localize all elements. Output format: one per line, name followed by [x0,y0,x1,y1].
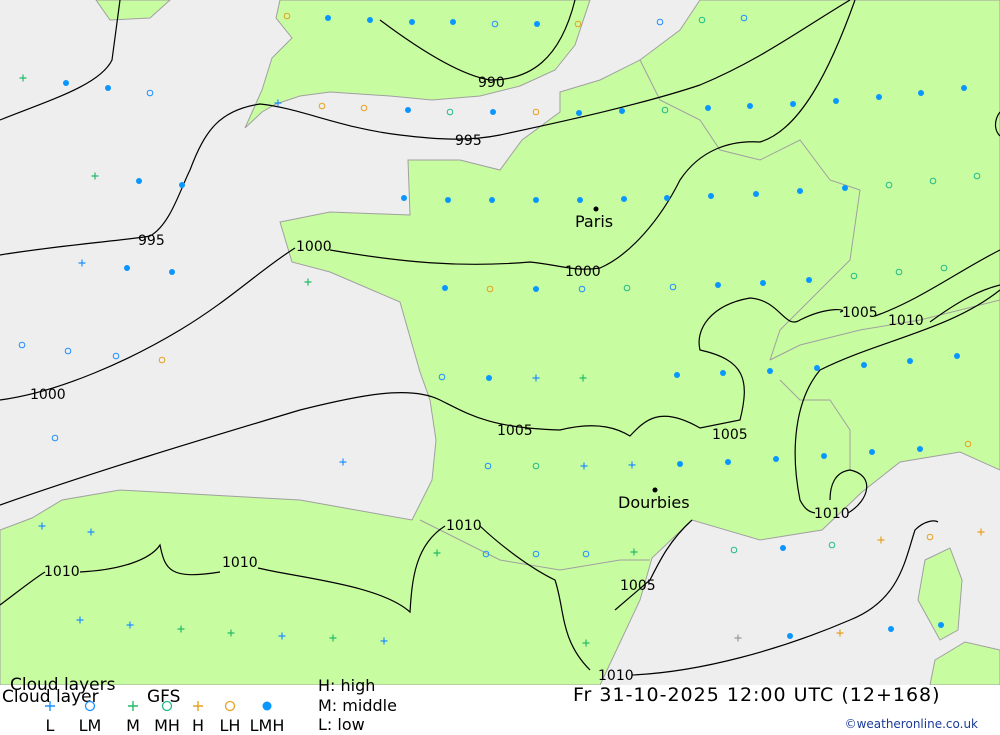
cloud-symbol-lmh [715,282,721,288]
isobar-label: 1005 [842,305,878,321]
isobar-label: 1005 [620,578,656,594]
cloud-symbol-lmh [367,17,373,23]
cloud-symbol-lmh [63,80,69,86]
isobar-label: 1000 [296,239,332,255]
legend-key-middle: M: middle [318,698,397,714]
plus-icon [118,698,148,714]
cloud-symbol-lmh [169,269,175,275]
cloud-symbol-lmh [954,353,960,359]
cloud-symbol-lmh [747,103,753,109]
cloud-symbol-lmh [797,188,803,194]
isobar-label: 995 [138,233,165,249]
cloud-symbol-lmh [179,182,185,188]
circle-icon [75,698,105,714]
cloud-symbol-lmh [533,286,539,292]
cloud-symbol-lmh [918,90,924,96]
isobar-label: 1000 [565,264,601,280]
cloud-symbol-lmh [833,98,839,104]
cloud-symbol-lmh [725,459,731,465]
city-label-dourbies: Dourbies [618,495,690,511]
cloud-symbol-lmh [773,456,779,462]
cloud-symbol-lmh [806,277,812,283]
isobar-label: 1005 [497,423,533,439]
isobar-label: 1010 [44,564,80,580]
cloud-symbol-lmh [760,280,766,286]
forecast-datetime: Fr 31-10-2025 12:00 UTC (12+168) [573,687,941,703]
legend-key-low: L: low [318,717,365,733]
cloud-symbol-lmh [405,107,411,113]
weather-map [0,0,1000,685]
isobar-label: 1005 [712,427,748,443]
cloud-symbol-lmh [677,461,683,467]
cloud-symbol-lmh [842,185,848,191]
circle-icon [152,698,182,714]
cloud-symbol-lmh [490,109,496,115]
cloud-symbol-lmh [790,101,796,107]
cloud-symbol-lmh [720,370,726,376]
plus-icon [183,698,213,714]
cloud-symbol-lmh [124,265,130,271]
cloud-symbol-lmh [445,197,451,203]
cloud-symbol-lmh [577,197,583,203]
cloud-symbol-lmh [534,21,540,27]
city-marker-paris [594,207,599,212]
cloud-symbol-lmh [450,19,456,25]
isobar-label: 1010 [814,506,850,522]
cloud-symbol-lmh [136,178,142,184]
cloud-symbol-lmh [767,368,773,374]
copyright-link[interactable]: ©weatheronline.co.uk [845,717,978,731]
filled-dot-icon [252,698,282,714]
isobar-label: 1010 [222,555,258,571]
cloud-symbol-lmh [821,453,827,459]
isobar-label: 1000 [30,387,66,403]
cloud-symbol-lmh [442,285,448,291]
cloud-symbol-lmh [409,19,415,25]
legend-item-label: LH [210,716,250,735]
cloud-symbol-lmh [938,622,944,628]
isobar-label: 1010 [446,518,482,534]
legend-item-label: LM [70,716,110,735]
cloud-symbol-lmh [917,446,923,452]
cloud-symbol-lmh [664,195,670,201]
cloud-symbol-lmh [401,195,407,201]
cloud-symbol-lmh [105,85,111,91]
cloud-symbol-lmh [780,545,786,551]
plus-icon [35,698,65,714]
isobar-label: 1010 [598,668,634,684]
city-marker-dourbies [653,488,658,493]
cloud-symbol-lmh [619,108,625,114]
city-label-paris: Paris [575,214,613,230]
cloud-symbol-lmh [486,375,492,381]
circle-icon [215,698,245,714]
cloud-symbol-lmh [621,196,627,202]
isobar-label: 1010 [888,313,924,329]
cloud-symbol-lmh [674,372,680,378]
cloud-symbol-lmh [705,105,711,111]
isobar-label: 995 [455,133,482,149]
cloud-symbol-lmh [907,358,913,364]
cloud-symbol-lmh [876,94,882,100]
cloud-symbol-lmh [576,110,582,116]
cloud-symbol-lmh [533,197,539,203]
cloud-symbol-lmh [888,626,894,632]
cloud-symbol-lmh [325,15,331,21]
cloud-symbol-lmh [861,362,867,368]
legend-item-label: LMH [247,716,287,735]
cloud-symbol-lmh [753,191,759,197]
cloud-symbol-lmh [787,633,793,639]
cloud-symbol-lmh [708,193,714,199]
cloud-symbol-lmh [961,85,967,91]
cloud-symbol-lmh [869,449,875,455]
isobar-label: 990 [478,75,505,91]
cloud-symbol-lmh [814,365,820,371]
legend-key-high: H: high [318,678,375,694]
legend-item-label: L [30,716,70,735]
cloud-symbol-lmh [489,197,495,203]
